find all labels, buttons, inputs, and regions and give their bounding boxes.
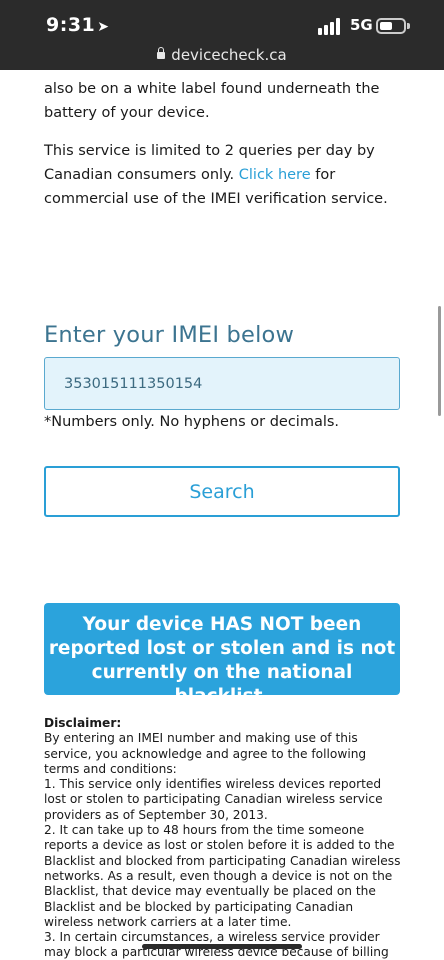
location-arrow-icon: ➤ xyxy=(97,19,110,35)
network-type: 5G xyxy=(350,16,373,34)
result-banner: Your device HAS NOT been reported lost o… xyxy=(44,603,400,707)
url-text: devicecheck.ca xyxy=(171,46,287,64)
imei-input[interactable] xyxy=(44,357,400,410)
imei-note: *Numbers only. No hyphens or decimals. xyxy=(44,414,340,430)
disclaimer-intro: By entering an IMEI number and making us… xyxy=(44,731,367,776)
lock-icon xyxy=(157,47,166,59)
status-time: 9:31 ➤ xyxy=(46,14,110,36)
info-paragraph-limit: This service is limited to 2 queries per… xyxy=(44,139,404,211)
battery-icon xyxy=(376,18,406,34)
disclaimer-item: 1. This service only identifies wireless… xyxy=(44,777,383,822)
info-paragraph-label: also be on a white label found underneat… xyxy=(44,81,380,121)
battery-tip xyxy=(407,23,410,29)
disclaimer-title: Disclaimer: xyxy=(44,716,122,730)
imei-heading: Enter your IMEI below xyxy=(44,322,295,348)
disclaimer-item: 2. It can take up to 48 hours from the t… xyxy=(44,823,401,929)
signal-icon xyxy=(318,17,344,35)
click-here-link[interactable]: Click here xyxy=(239,167,311,183)
disclaimer: Disclaimer: By entering an IMEI number a… xyxy=(44,716,402,960)
address-bar[interactable]: devicecheck.ca xyxy=(0,46,444,64)
scrollbar[interactable] xyxy=(438,306,441,416)
status-bar: 9:31 ➤ 5G devicecheck.ca xyxy=(0,0,444,70)
search-button[interactable]: Search xyxy=(44,466,400,517)
home-indicator[interactable] xyxy=(142,944,302,949)
